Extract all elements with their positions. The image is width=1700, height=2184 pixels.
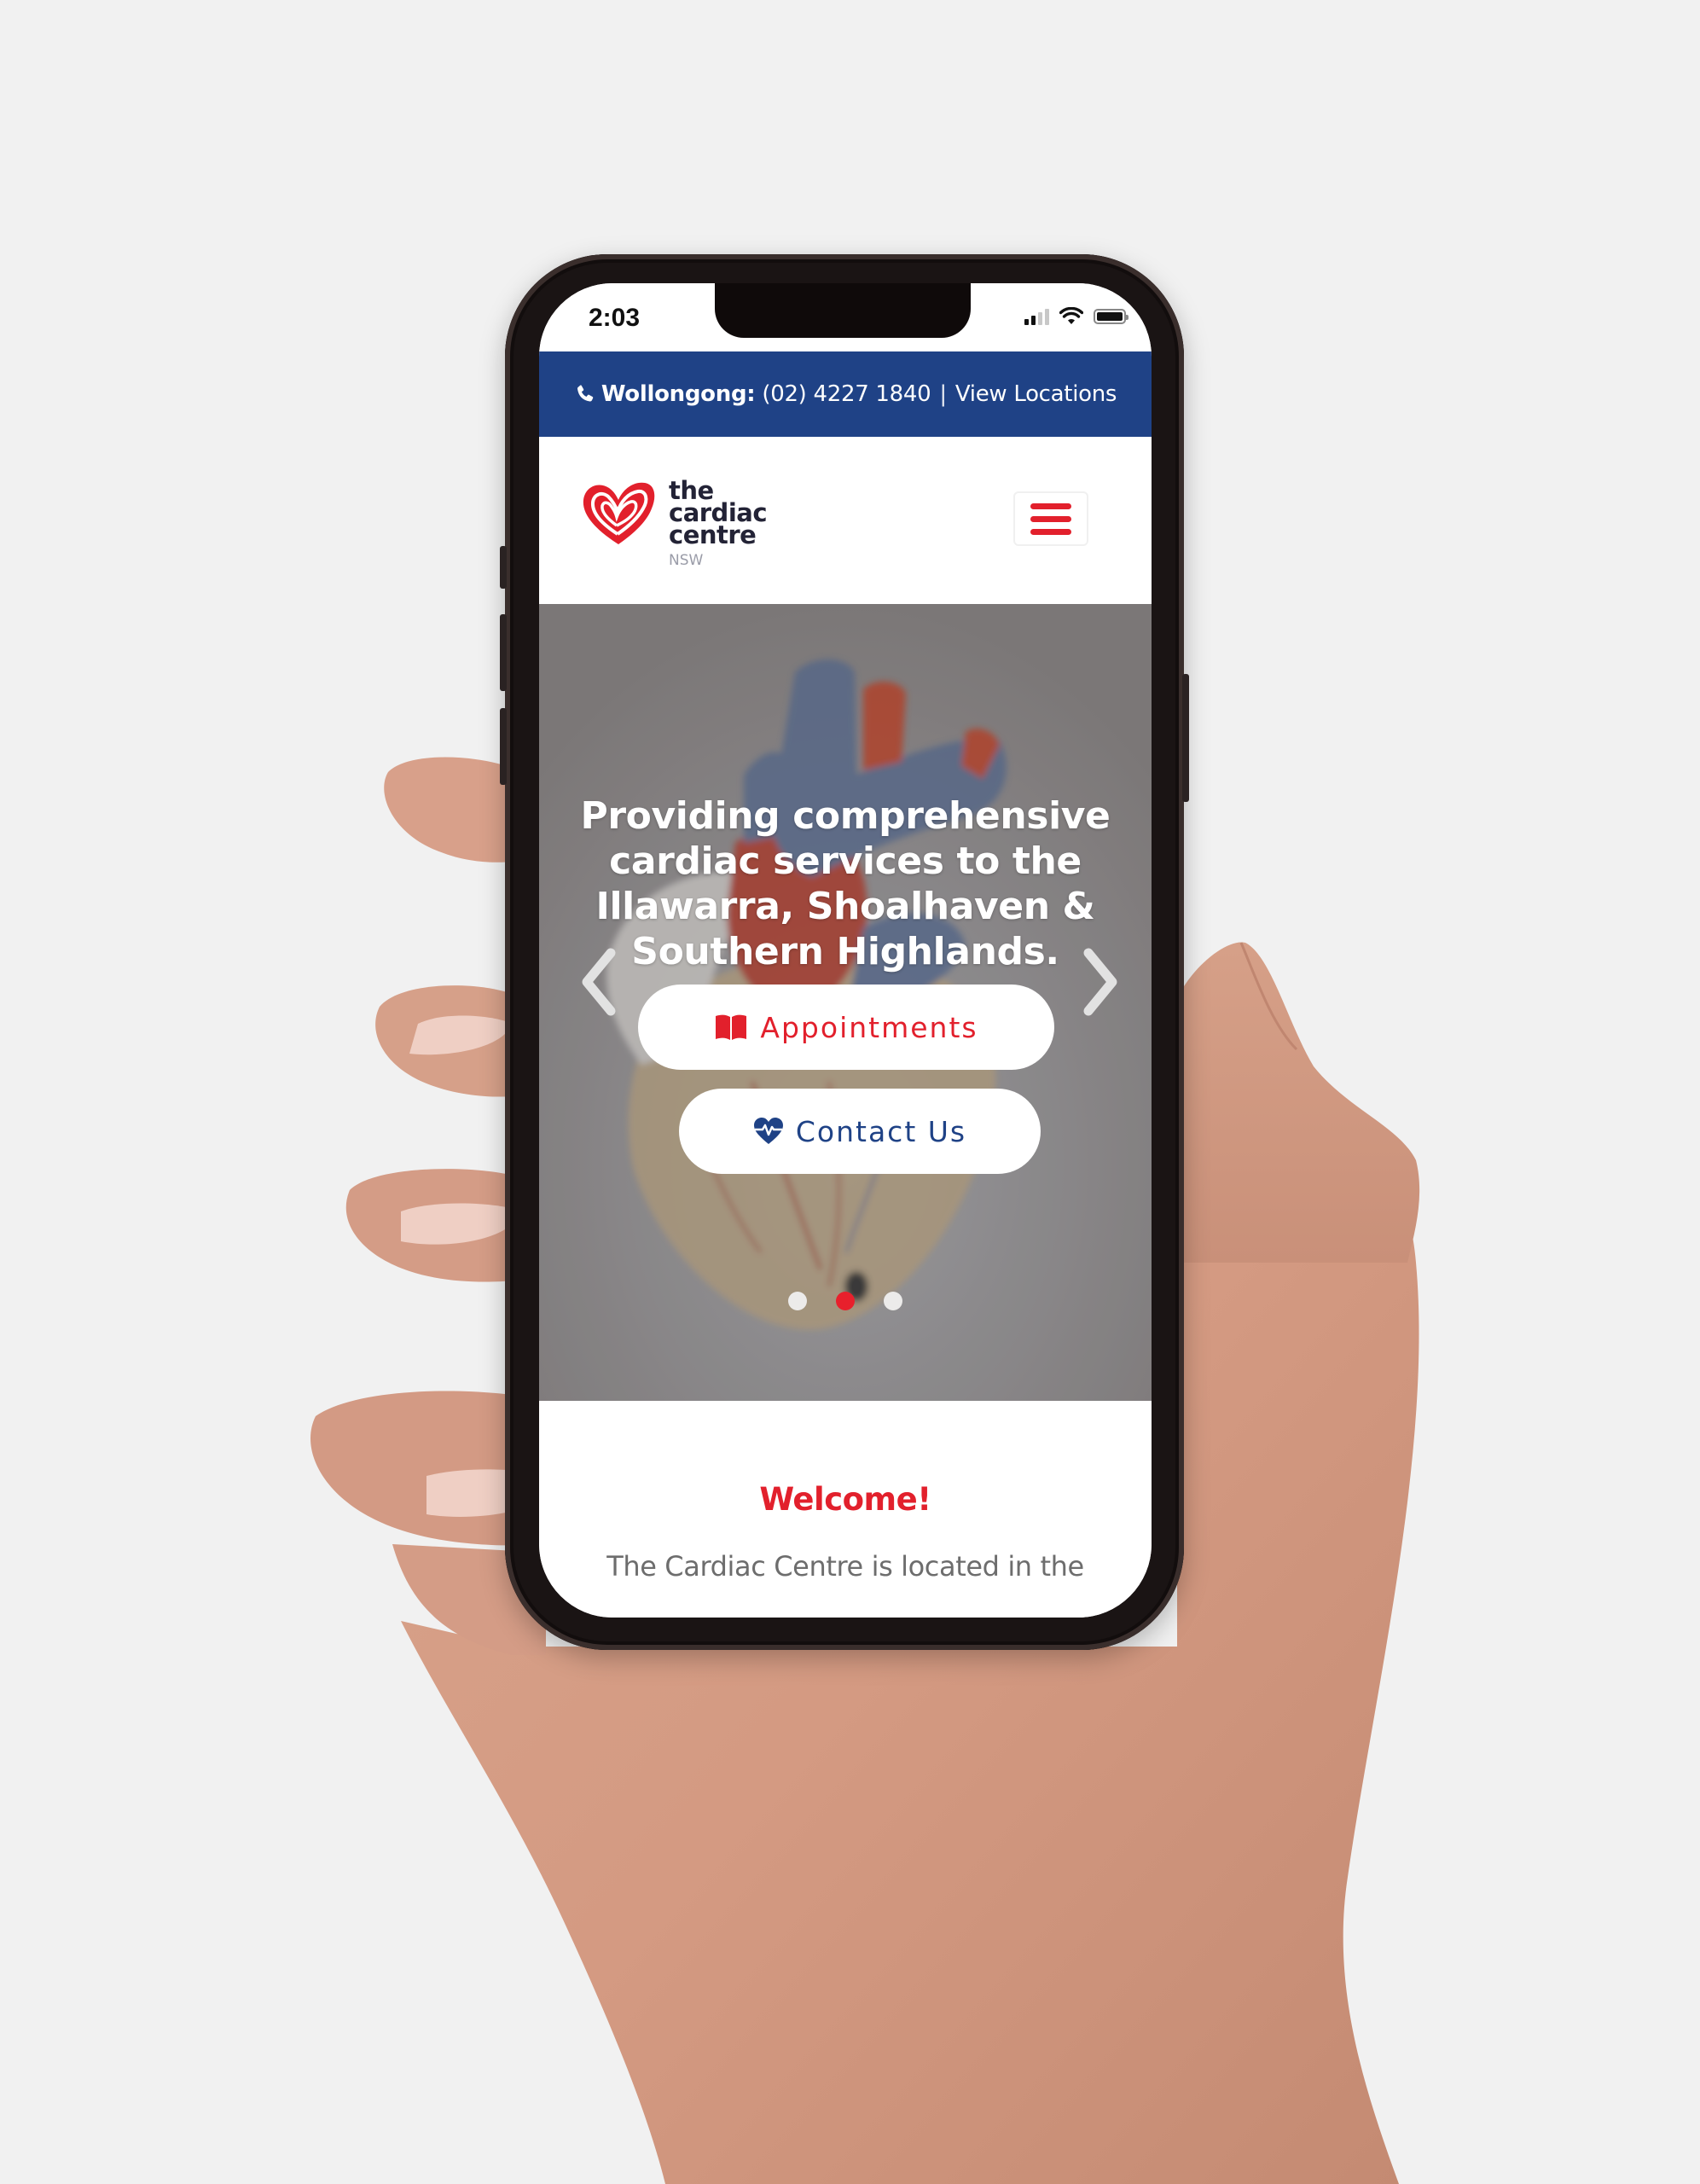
contact-us-button[interactable]: Contact Us	[679, 1089, 1041, 1174]
chevron-left-icon	[582, 948, 616, 1016]
appointments-button[interactable]: Appointments	[638, 985, 1054, 1070]
phone-volume-down-button	[500, 708, 507, 785]
separator: |	[939, 381, 947, 407]
slider-pagination	[539, 1292, 1152, 1310]
welcome-section: Welcome! The Cardiac Centre is located i…	[539, 1401, 1152, 1618]
site-header: the cardiac centre NSW	[539, 437, 1152, 604]
slider-next-button[interactable]	[1075, 944, 1126, 1020]
logo-wordmark: the cardiac centre NSW	[669, 479, 768, 572]
chevron-right-icon	[1083, 948, 1117, 1016]
hamburger-menu-button[interactable]	[1013, 491, 1088, 546]
phone-number-link[interactable]: (02) 4227 1840	[762, 381, 931, 407]
wifi-icon	[1059, 307, 1083, 324]
hamburger-menu-icon	[1030, 502, 1071, 509]
view-locations-link[interactable]: View Locations	[955, 381, 1117, 407]
phone-notch	[715, 283, 971, 338]
hero-slider: Providing comprehensive cardiac services…	[539, 604, 1152, 1401]
contact-us-label: Contact Us	[795, 1114, 967, 1148]
slider-dot-2-active[interactable]	[836, 1292, 855, 1310]
site-logo[interactable]: the cardiac centre NSW	[580, 479, 768, 572]
heart-logo-icon	[583, 482, 655, 544]
slider-prev-button[interactable]	[573, 944, 624, 1020]
welcome-body: The Cardiac Centre is located in the	[606, 1550, 1084, 1583]
slider-dot-1[interactable]	[788, 1292, 807, 1310]
slider-dot-3[interactable]	[884, 1292, 902, 1310]
welcome-heading: Welcome!	[759, 1481, 931, 1518]
logo-line-3: centre	[669, 520, 757, 549]
heart-pulse-icon	[753, 1118, 783, 1144]
cellular-signal-icon	[1024, 308, 1049, 325]
battery-icon	[1094, 309, 1128, 324]
top-contact-bar: Wollongong: (02) 4227 1840 | View Locati…	[539, 351, 1152, 437]
phone-side-button	[500, 546, 507, 589]
logo-region: NSW	[669, 552, 704, 569]
appointments-label: Appointments	[760, 1010, 978, 1044]
phone-icon	[577, 385, 594, 402]
status-icons	[1024, 307, 1128, 326]
phone-volume-up-button	[500, 614, 507, 691]
phone-power-button	[1182, 674, 1189, 802]
location-label: Wollongong:	[601, 381, 756, 407]
hero-title: Providing comprehensive cardiac services…	[580, 794, 1111, 973]
phone-screen: 2:03 Wollongong: (02) 4227 1840 | View L…	[539, 283, 1152, 1618]
status-time: 2:03	[589, 304, 641, 332]
book-open-icon	[716, 1014, 747, 1040]
